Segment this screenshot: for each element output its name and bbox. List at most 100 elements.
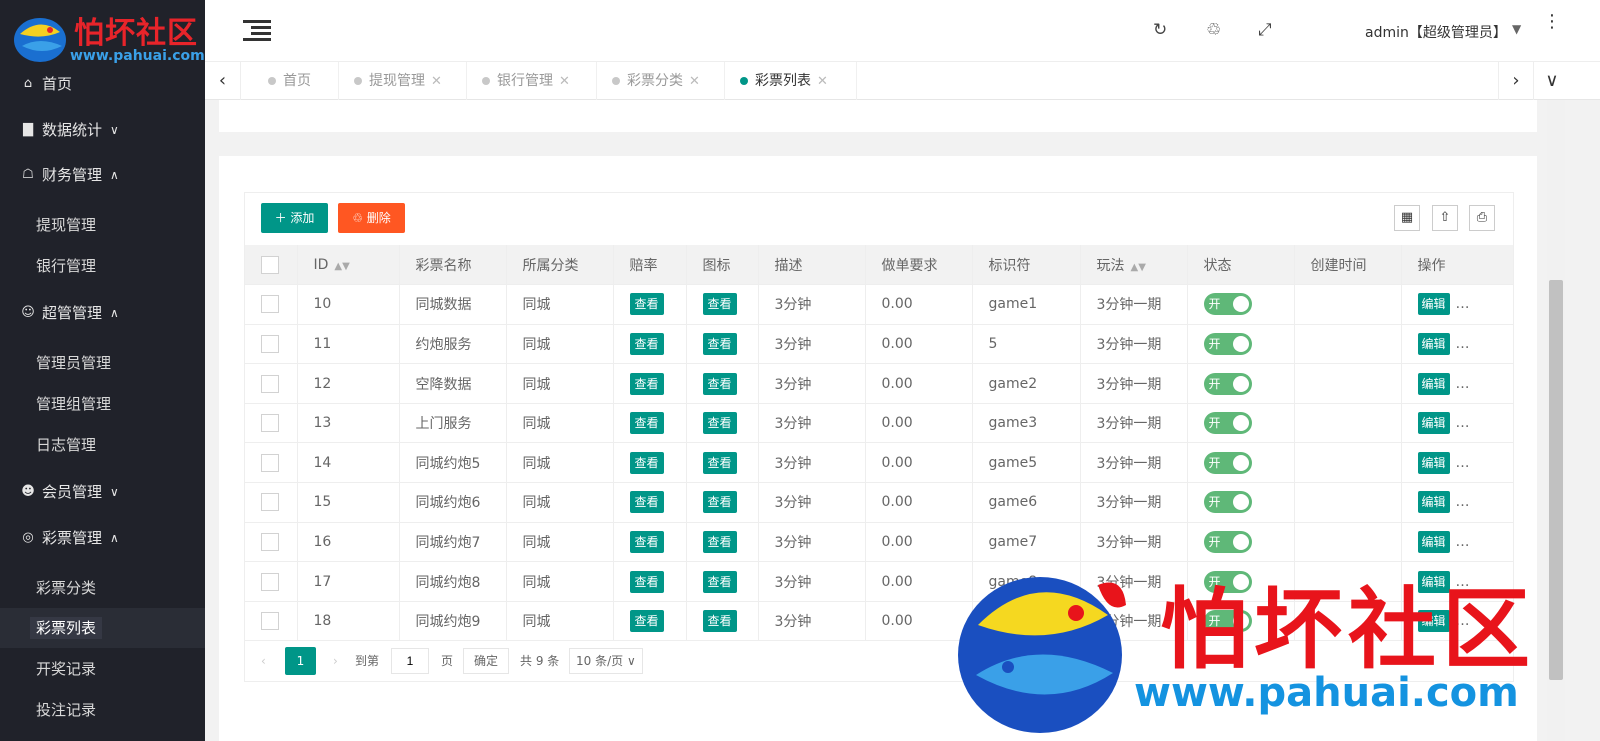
status-toggle[interactable]: 开 [1203,491,1252,514]
more-actions[interactable]: … [1456,613,1470,629]
tab-scroll-right-icon[interactable]: › [1498,62,1534,100]
view-icon-button[interactable]: 查看 [702,412,737,435]
export-icon[interactable]: ⇧ [1432,205,1458,231]
page-scrollbar-thumb[interactable] [1549,280,1563,680]
row-checkbox[interactable] [261,374,279,393]
sidebar-item-home[interactable]: ⌂ 首页 [0,64,205,104]
row-checkbox[interactable] [261,493,279,512]
edit-button[interactable]: 编辑 [1417,530,1450,553]
row-checkbox[interactable] [261,414,279,433]
page-current[interactable]: 1 [285,647,316,675]
close-icon[interactable]: ✕ [817,74,828,89]
view-icon-button[interactable]: 查看 [702,530,737,553]
view-odds-button[interactable]: 查看 [629,412,664,435]
more-actions[interactable]: … [1456,534,1470,550]
more-vertical-icon[interactable]: ⋮ [1543,13,1561,31]
sidebar-item-admin-mgr[interactable]: 管理员管理 [0,343,205,383]
view-icon-button[interactable]: 查看 [702,491,737,514]
view-odds-button[interactable]: 查看 [629,372,664,395]
edit-button[interactable]: 编辑 [1417,451,1450,474]
view-odds-button[interactable]: 查看 [629,570,664,593]
view-icon-button[interactable]: 查看 [702,570,737,593]
tab-scroll-left-icon[interactable]: ‹ [205,62,241,100]
tab-withdraw[interactable]: 提现管理 ✕ [339,62,467,100]
status-toggle[interactable]: 开 [1203,332,1252,355]
close-icon[interactable]: ✕ [689,74,700,89]
status-toggle[interactable]: 开 [1203,412,1252,435]
column-header[interactable]: 玩法 ▲▼ [1080,245,1188,286]
more-actions[interactable]: … [1456,415,1470,431]
tab-menu-chevron-icon[interactable]: ∨ [1534,62,1570,100]
more-actions[interactable]: … [1456,455,1470,471]
goto-confirm-button[interactable]: 确定 [463,648,510,674]
view-icon-button[interactable]: 查看 [702,332,737,355]
delete-button[interactable]: ♲ 删除 [338,203,405,233]
status-toggle[interactable]: 开 [1203,451,1252,474]
sidebar-item-bet-record[interactable]: 投注记录 [0,690,205,730]
next-page-icon[interactable]: › [333,647,338,675]
more-actions[interactable]: … [1456,574,1470,590]
edit-button[interactable]: 编辑 [1417,332,1450,355]
view-odds-button[interactable]: 查看 [629,332,664,355]
edit-button[interactable]: 编辑 [1417,372,1450,395]
sidebar-item-lottery-list[interactable]: 彩票列表 [0,608,205,648]
edit-button[interactable]: 编辑 [1417,610,1450,633]
view-icon-button[interactable]: 查看 [702,293,737,316]
edit-button[interactable]: 编辑 [1417,570,1450,593]
row-checkbox[interactable] [261,334,279,353]
sidebar-item-log-mgr[interactable]: 日志管理 [0,425,205,465]
row-checkbox[interactable] [261,572,279,591]
sidebar-item-lottery-cat[interactable]: 彩票分类 [0,568,205,608]
close-icon[interactable]: ✕ [431,74,442,89]
more-actions[interactable]: … [1456,376,1470,392]
trash-icon[interactable]: ♲ [1206,20,1221,40]
columns-filter-icon[interactable]: ▦ [1394,205,1420,231]
row-checkbox[interactable] [261,612,279,631]
select-all-checkbox[interactable] [261,255,279,274]
prev-page-icon[interactable]: ‹ [261,647,266,675]
more-actions[interactable]: … [1456,296,1470,312]
add-button[interactable]: ＋ 添加 [261,203,328,233]
tab-bank[interactable]: 银行管理 ✕ [467,62,597,100]
sidebar-item-super[interactable]: ☺ 超管管理 ∧ [0,293,205,333]
row-checkbox[interactable] [261,453,279,472]
refresh-icon[interactable]: ↻ [1153,20,1167,40]
sort-icon[interactable]: ▲▼ [1131,262,1146,273]
tab-lottery-list[interactable]: 彩票列表 ✕ [725,62,857,100]
edit-button[interactable]: 编辑 [1417,293,1450,316]
sort-icon[interactable]: ▲▼ [334,261,349,272]
status-toggle[interactable]: 开 [1203,372,1252,395]
caret-down-icon[interactable]: ▼ [1512,22,1521,36]
sidebar-item-stats[interactable]: ▇ 数据统计 ∨ [0,110,205,150]
print-icon[interactable]: ⎙ [1469,205,1495,231]
view-icon-button[interactable]: 查看 [702,372,737,395]
tab-home[interactable]: 首页 [253,62,339,100]
view-icon-button[interactable]: 查看 [702,610,737,633]
user-menu[interactable]: admin【超级管理员】 [1365,22,1507,42]
view-odds-button[interactable]: 查看 [629,491,664,514]
sidebar-item-withdraw[interactable]: 提现管理 [0,205,205,245]
row-checkbox[interactable] [261,532,279,551]
view-odds-button[interactable]: 查看 [629,610,664,633]
more-actions[interactable]: … [1456,494,1470,510]
sidebar-item-bank[interactable]: 银行管理 [0,246,205,286]
status-toggle[interactable]: 开 [1203,570,1252,593]
column-header[interactable]: ID ▲▼ [297,245,400,286]
edit-button[interactable]: 编辑 [1417,412,1450,435]
menu-toggle-icon[interactable] [243,20,271,42]
sidebar-item-member[interactable]: ☻ 会员管理 ∨ [0,472,205,512]
row-checkbox[interactable] [261,295,279,314]
status-toggle[interactable]: 开 [1203,530,1252,553]
sidebar-item-lottery[interactable]: ◎ 彩票管理 ∧ [0,518,205,558]
status-toggle[interactable]: 开 [1203,293,1252,316]
fullscreen-icon[interactable]: ⤢ [1258,20,1272,40]
view-odds-button[interactable]: 查看 [629,451,664,474]
edit-button[interactable]: 编辑 [1417,491,1450,514]
sidebar-item-draw-record[interactable]: 开奖记录 [0,649,205,689]
logo[interactable]: 怕坏社区 www.pahuai.com [8,6,205,64]
close-icon[interactable]: ✕ [559,74,570,89]
sidebar-item-group-mgr[interactable]: 管理组管理 [0,384,205,424]
page-size-select[interactable]: 10 条/页 ∨ [569,648,643,674]
view-icon-button[interactable]: 查看 [702,451,737,474]
tab-lottery-cat[interactable]: 彩票分类 ✕ [597,62,725,100]
